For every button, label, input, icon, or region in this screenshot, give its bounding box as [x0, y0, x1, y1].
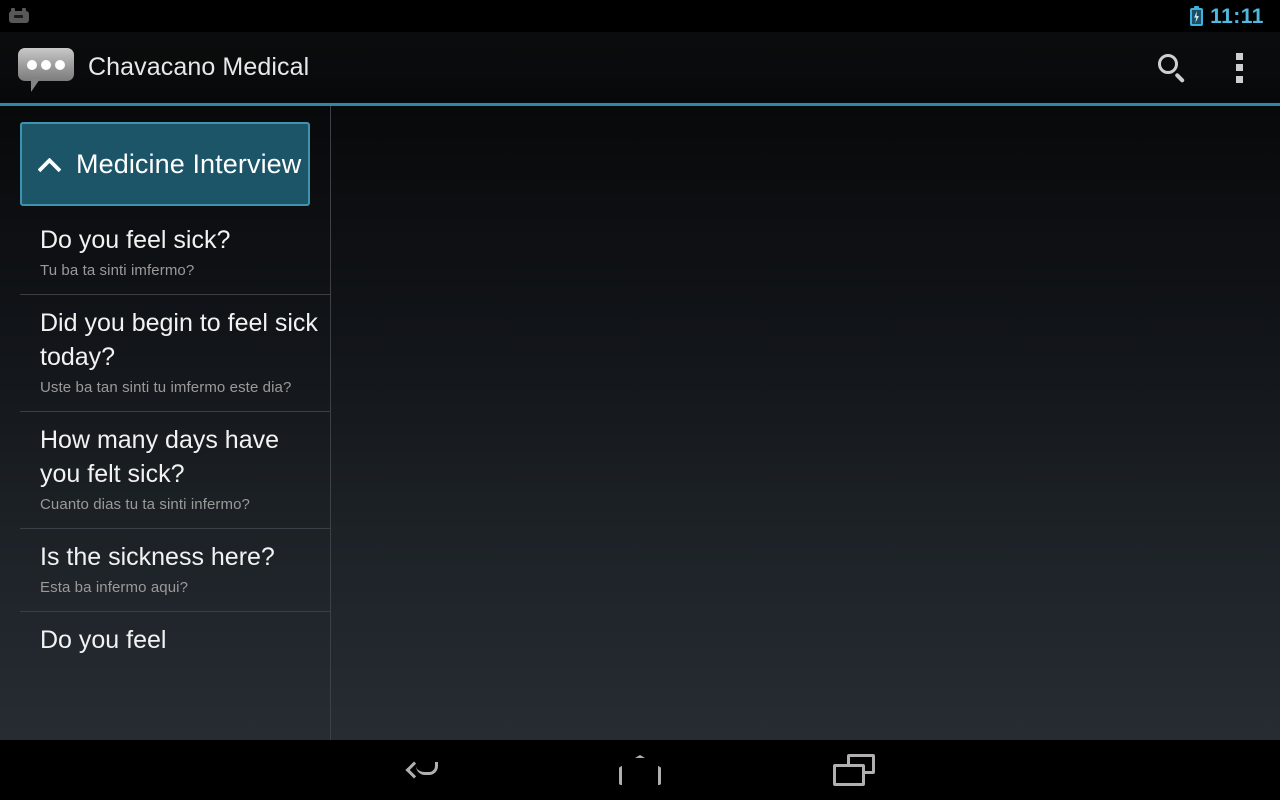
detail-pane	[331, 106, 1280, 740]
list-item-primary: Did you begin to feel sick today?	[40, 309, 318, 371]
home-button[interactable]	[533, 740, 747, 800]
phrase-list-pane[interactable]: Medicine Interview Do you feel sick? Tu …	[0, 106, 331, 740]
list-item-primary: How many days have you felt sick?	[40, 426, 280, 488]
group-header-label: Medicine Interview	[76, 148, 302, 179]
page-title: Chavacano Medical	[88, 53, 310, 81]
list-item[interactable]: Did you begin to feel sick today? Uste b…	[20, 294, 330, 411]
content-area: Medicine Interview Do you feel sick? Tu …	[0, 106, 1280, 740]
battery-charging-icon	[1190, 6, 1204, 26]
status-bar-notifications	[8, 8, 30, 24]
group-header-medicine-interview[interactable]: Medicine Interview	[20, 122, 310, 206]
status-bar-system: 11:11	[1190, 6, 1268, 27]
phrase-list: Medicine Interview Do you feel sick? Tu …	[0, 106, 330, 673]
list-item[interactable]: Is the sickness here? Esta ba infermo aq…	[20, 528, 330, 611]
list-item-secondary: Tu ba ta sinti imfermo?	[40, 262, 195, 279]
home-icon	[619, 755, 661, 785]
list-item[interactable]: Do you feel sick? Tu ba ta sinti imfermo…	[20, 212, 330, 294]
status-bar: 11:11	[0, 0, 1280, 32]
overflow-menu-button[interactable]	[1208, 32, 1280, 103]
back-icon	[405, 756, 445, 784]
status-bar-clock: 11:11	[1210, 4, 1264, 28]
recent-apps-button[interactable]	[747, 740, 961, 800]
list-item-secondary: Esta ba infermo aqui?	[40, 579, 189, 596]
recent-apps-icon	[833, 754, 875, 786]
list-item-primary: Do you feel sick?	[40, 226, 231, 254]
overflow-menu-icon	[1235, 52, 1243, 83]
list-item-primary: Do you feel	[40, 626, 167, 654]
search-button[interactable]	[1136, 32, 1208, 103]
list-item[interactable]: Do you feel	[20, 611, 330, 673]
action-bar: Chavacano Medical	[0, 32, 1280, 103]
notification-icon	[8, 8, 30, 24]
navigation-bar	[0, 740, 1280, 800]
list-item-secondary: Cuanto dias tu ta sinti infermo?	[40, 496, 250, 513]
android-screen: 11:11 Chavacano Medical Medicine Intervi…	[0, 0, 1280, 800]
search-icon	[1157, 53, 1187, 83]
back-button[interactable]	[319, 740, 533, 800]
list-item[interactable]: How many days have you felt sick? Cuanto…	[20, 411, 330, 528]
chevron-up-icon	[36, 151, 62, 177]
speech-bubble-icon[interactable]	[18, 47, 74, 92]
list-item-secondary: Uste ba tan sinti tu imfermo este dia?	[40, 379, 292, 396]
list-item-primary: Is the sickness here?	[40, 543, 275, 571]
